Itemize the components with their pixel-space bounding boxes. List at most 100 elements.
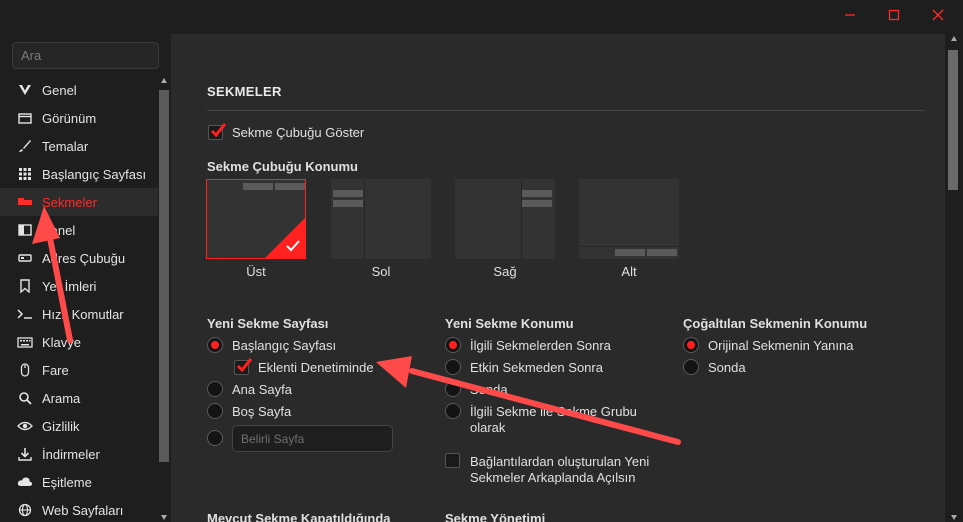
show-tab-bar-label: Sekme Çubuğu Göster (232, 125, 365, 140)
section-title: SEKMELER (207, 84, 282, 99)
sidebar-item-sekmeler[interactable]: Sekmeler (0, 188, 158, 216)
start-page-label: Başlangıç Sayfası (232, 338, 337, 353)
minimize-button[interactable] (828, 0, 872, 30)
brush-icon (17, 138, 33, 154)
background-links-checkbox[interactable] (445, 453, 460, 468)
sidebar-item-label: Eşitleme (42, 474, 92, 490)
selected-corner (265, 218, 305, 258)
tab-position-top-label: Üst (246, 264, 266, 279)
tab-position-top-option[interactable] (206, 179, 306, 259)
sidebar-item-arama[interactable]: Arama (0, 384, 158, 412)
custom-page-radio[interactable] (207, 430, 223, 446)
sidebar-item-label: Klavye (42, 334, 82, 350)
sidebar-item-yer-imleri[interactable]: Yer İmleri (0, 272, 158, 300)
globe-icon (17, 502, 33, 518)
minimize-icon (845, 14, 855, 16)
folder-icon (17, 110, 33, 126)
tab-preview-strip (243, 183, 273, 190)
scroll-up-icon[interactable] (951, 36, 957, 41)
tab-preview-strip (522, 200, 552, 207)
extension-control-checkbox[interactable] (234, 358, 253, 375)
sidebar-item-esitleme[interactable]: Eşitleme (0, 468, 158, 496)
tab-preview-strip (615, 249, 645, 256)
tab-preview-strip (333, 190, 363, 197)
tab-position-bottom-option[interactable] (579, 179, 679, 259)
duplicate-last-radio[interactable] (683, 359, 699, 375)
as-group-label: İlgili Sekme ile Sekme Grubu olarak (470, 404, 637, 435)
next-to-original-label: Orijinal Sekmenin Yanına (708, 338, 854, 353)
sidebar-item-genel[interactable]: Genel (0, 76, 158, 104)
content-scrollbar[interactable] (945, 34, 963, 522)
sidebar-item-label: Başlangıç Sayfası (42, 166, 147, 182)
sidebar-item-label: Temalar (42, 138, 89, 154)
after-active-label: Etkin Sekmeden Sonra (470, 360, 603, 375)
scroll-up-icon[interactable] (161, 78, 167, 83)
search-icon (17, 390, 33, 406)
management-heading: Sekme Yönetimi (445, 511, 546, 522)
checkmark-icon (286, 240, 300, 252)
mouse-icon (17, 362, 33, 378)
close-button[interactable] (916, 0, 960, 30)
next-to-original-radio[interactable] (683, 337, 699, 353)
home-page-radio[interactable] (207, 381, 223, 397)
sidebar-scroll-thumb[interactable] (159, 90, 169, 462)
sidebar-item-label: Web Sayfaları (42, 502, 124, 518)
v-logo-icon (17, 82, 33, 98)
sidebar-item-web-sayfalari[interactable]: Web Sayfaları (0, 496, 158, 522)
maximize-icon (888, 9, 900, 21)
extension-control-label: Eklenti Denetiminde (258, 360, 374, 375)
sidebar-item-temalar[interactable]: Temalar (0, 132, 158, 160)
blank-page-radio[interactable] (207, 403, 223, 419)
tab-position-bottom-label: Alt (621, 264, 637, 279)
panel-icon (17, 222, 33, 238)
after-related-label: İlgili Sekmelerden Sonra (470, 338, 611, 353)
sidebar-item-baslangic-sayfasi[interactable]: Başlangıç Sayfası (0, 160, 158, 188)
tabs-icon (17, 194, 33, 210)
maximize-button[interactable] (872, 0, 916, 30)
scroll-down-icon[interactable] (951, 515, 957, 520)
last-position-label: Sonda (470, 382, 508, 397)
after-related-radio[interactable] (445, 337, 461, 353)
tab-preview-strip (522, 190, 552, 197)
sidebar-item-indirmeler[interactable]: İndirmeler (0, 440, 158, 468)
start-page-radio[interactable] (207, 337, 223, 353)
search-input[interactable] (12, 42, 159, 69)
tab-preview-strip (647, 249, 677, 256)
bookmark-icon (17, 278, 33, 294)
tab-position-right-option[interactable] (455, 179, 555, 259)
tab-position-left-option[interactable] (331, 179, 431, 259)
sidebar-scrollbar[interactable] (158, 76, 170, 522)
sidebar-item-fare[interactable]: Fare (0, 356, 158, 384)
grid-icon (17, 166, 33, 182)
background-links-label: Bağlantılardan oluşturulan Yeni Sekmeler… (470, 454, 650, 485)
last-position-radio[interactable] (445, 381, 461, 397)
tab-preview-strip (333, 200, 363, 207)
sidebar-nav: Genel Görünüm Temalar Başlangıç Sayfası … (0, 76, 158, 522)
after-active-radio[interactable] (445, 359, 461, 375)
as-group-radio[interactable] (445, 403, 461, 419)
sidebar-item-label: Genel (42, 82, 77, 98)
close-icon (932, 9, 944, 21)
tab-preview-strip (275, 183, 305, 190)
closing-heading: Mevcut Sekme Kapatıldığında (207, 511, 391, 522)
tab-bar-position-heading: Sekme Çubuğu Konumu (207, 159, 358, 174)
sidebar-item-hizli-komutlar[interactable]: Hızlı Komutlar (0, 300, 158, 328)
sidebar-item-klavye[interactable]: Klavye (0, 328, 158, 356)
sidebar-item-gorunum[interactable]: Görünüm (0, 104, 158, 132)
eye-icon (17, 418, 33, 434)
checkmark-icon (236, 358, 253, 373)
keyboard-icon (17, 334, 33, 350)
scroll-down-icon[interactable] (161, 515, 167, 520)
show-tab-bar-checkbox[interactable] (208, 123, 227, 140)
content-scroll-thumb[interactable] (948, 50, 958, 190)
sidebar-item-label: Gizlilik (42, 418, 80, 434)
duplicate-last-label: Sonda (708, 360, 746, 375)
tab-position-left-label: Sol (371, 264, 391, 279)
title-bar (0, 0, 963, 34)
sidebar-item-panel[interactable]: Panel (0, 216, 158, 244)
blank-page-label: Boş Sayfa (232, 404, 292, 419)
sidebar-item-adres-cubugu[interactable]: Adres Çubuğu (0, 244, 158, 272)
sidebar-item-gizlilik[interactable]: Gizlilik (0, 412, 158, 440)
quick-commands-icon (17, 306, 33, 322)
custom-page-input[interactable] (232, 425, 393, 452)
